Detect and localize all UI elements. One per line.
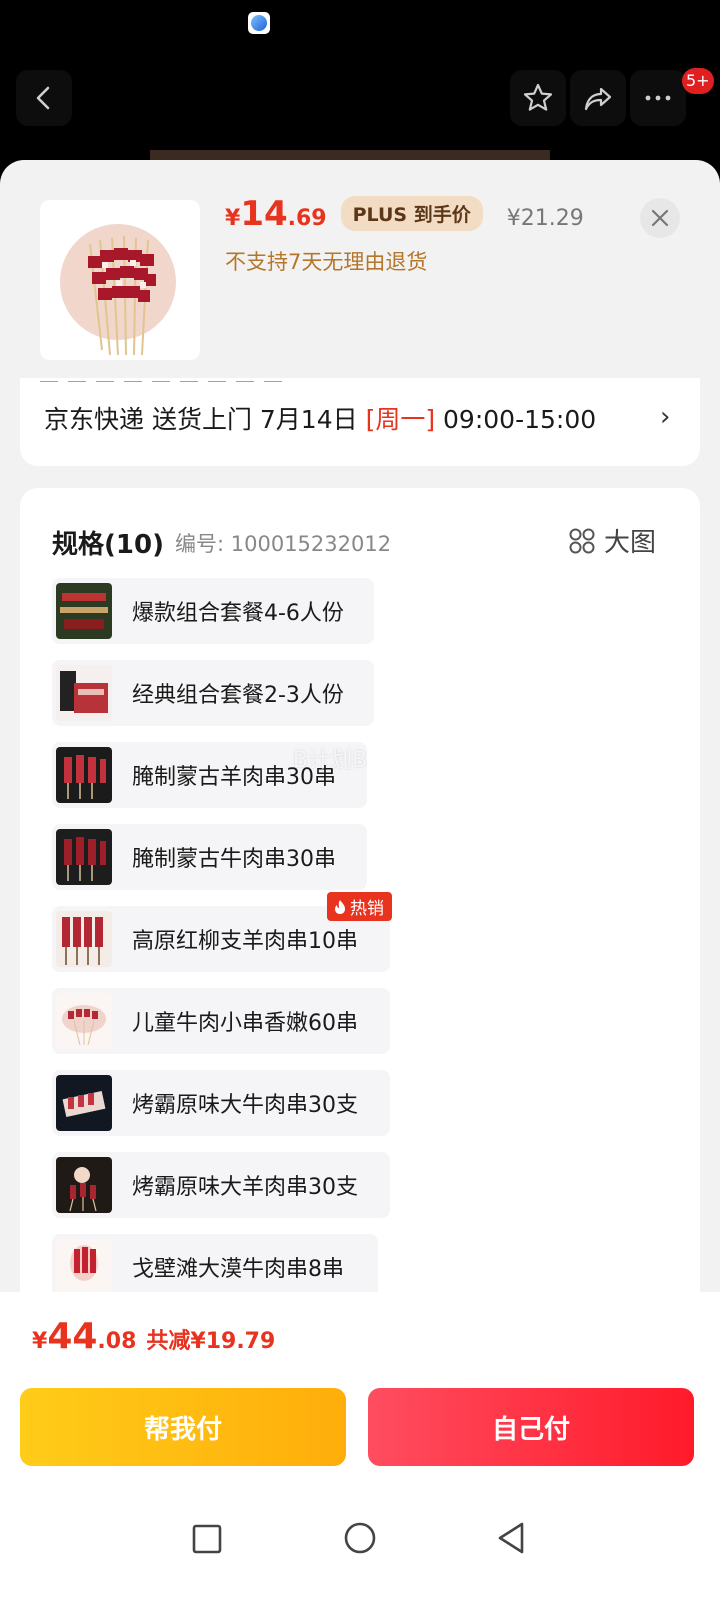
share-icon: [584, 87, 612, 111]
spec-option[interactable]: 爆款组合套餐4-6人份: [52, 578, 374, 644]
big-image-toggle[interactable]: 大图: [568, 522, 656, 559]
spec-option[interactable]: 腌制蒙古牛肉串30串: [52, 824, 367, 890]
option-thumbnail: [56, 665, 112, 721]
price-row: ¥14.69 PLUS 到手价 ¥21.29: [225, 194, 584, 235]
close-icon: [651, 209, 669, 227]
option-thumbnail: [56, 911, 112, 967]
circle-icon: [344, 1522, 376, 1554]
scrolled-text-fragment: [40, 374, 380, 382]
spec-option[interactable]: 儿童牛肉小串香嫩60串: [52, 988, 390, 1054]
return-policy-notice: 不支持7天无理由退货: [225, 250, 428, 274]
chevron-right-icon: ›: [660, 402, 671, 432]
savings-text: 共减¥19.79: [146, 1329, 276, 1354]
spec-option[interactable]: 戈壁滩大漠牛肉串8串: [52, 1234, 378, 1300]
option-thumbnail: [56, 993, 112, 1049]
triangle-back-icon: [498, 1522, 524, 1554]
home-button[interactable]: [330, 1508, 390, 1568]
big-image-label: 大图: [604, 528, 657, 558]
plus-price-tag: PLUS 到手价: [340, 196, 483, 231]
total-price: ¥44.08 共减¥19.79: [32, 1316, 276, 1357]
recent-apps-button[interactable]: [176, 1508, 236, 1568]
option-thumbnail: [56, 1239, 112, 1295]
star-icon: [523, 83, 553, 111]
delivery-weekday: [周一]: [365, 405, 436, 434]
more-dots-icon: [645, 95, 671, 101]
original-price: ¥21.29: [506, 206, 584, 231]
checkout-bar: ¥44.08 共减¥19.79 帮我付 自己付: [0, 1292, 720, 1488]
chevron-left-icon: [36, 86, 50, 110]
spec-option[interactable]: 高原红柳支羊肉串10串 热销: [52, 892, 392, 972]
close-button[interactable]: [640, 198, 680, 238]
grid-icon: [569, 528, 595, 553]
option-thumbnail: [56, 747, 112, 803]
option-thumbnail: [56, 829, 112, 885]
product-header: ¥14.69 PLUS 到手价 ¥21.29 不支持7天无理由退货: [0, 160, 720, 380]
spec-option[interactable]: 烤霸原味大羊肉串30支: [52, 1152, 390, 1218]
option-thumbnail: [56, 1075, 112, 1131]
top-navigation-bar: [0, 60, 720, 130]
back-nav-button[interactable]: [482, 1508, 542, 1568]
favorite-button[interactable]: [510, 70, 566, 126]
spec-title: 规格(10): [52, 530, 164, 560]
watermark-text: B计划B: [293, 748, 368, 773]
plus-price: ¥14.69: [225, 194, 327, 234]
spec-option[interactable]: 烤霸原味大牛肉串30支: [52, 1070, 390, 1136]
square-icon: [192, 1524, 222, 1554]
spec-option[interactable]: 经典组合套餐2-3人份: [52, 660, 374, 726]
sku-number: 编号: 100015232012: [175, 532, 392, 556]
option-thumbnail: [56, 1157, 112, 1213]
system-navigation-bar: [0, 1488, 720, 1600]
status-app-icon: [248, 12, 270, 34]
notification-badge: 5+: [682, 68, 714, 94]
pay-myself-button[interactable]: 自己付: [368, 1388, 694, 1466]
delivery-info-row[interactable]: 京东快递 送货上门 7月14日 [周一] 09:00-15:00 ›: [20, 378, 700, 466]
hot-sale-badge: 热销: [327, 892, 392, 921]
back-button[interactable]: [16, 70, 72, 126]
flame-icon: [335, 899, 345, 914]
delivery-text: 京东快递 送货上门 7月14日 [周一] 09:00-15:00: [44, 405, 597, 434]
ask-friend-pay-button[interactable]: 帮我付: [20, 1388, 346, 1466]
share-button[interactable]: [570, 70, 626, 126]
more-button[interactable]: [630, 70, 686, 126]
product-thumbnail[interactable]: [40, 200, 200, 360]
option-thumbnail: [56, 583, 112, 639]
